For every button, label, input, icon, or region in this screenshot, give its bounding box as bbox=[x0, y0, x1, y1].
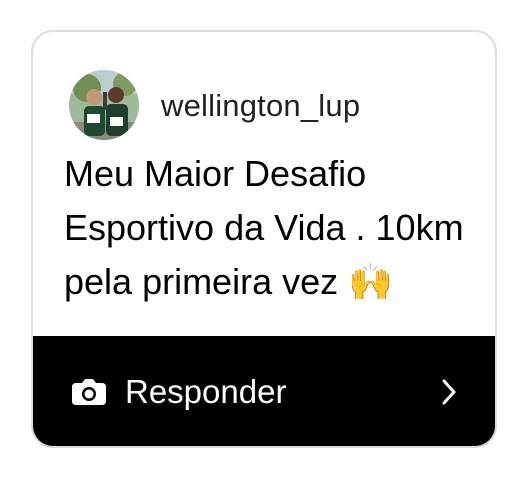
story-reply-card[interactable]: wellington_lup Meu Maior Desafio Esporti… bbox=[31, 30, 497, 448]
camera-icon bbox=[72, 379, 106, 405]
username[interactable]: wellington_lup bbox=[161, 90, 360, 121]
reply-label: Responder bbox=[125, 372, 287, 410]
reply-bar[interactable]: Responder bbox=[33, 336, 495, 446]
avatar-photo-icon bbox=[69, 70, 139, 140]
post-header: wellington_lup bbox=[69, 70, 360, 140]
post-caption: Meu Maior Desafio Esportivo da Vida . 10… bbox=[64, 153, 474, 302]
avatar[interactable] bbox=[69, 70, 139, 140]
chevron-right-icon[interactable] bbox=[441, 378, 457, 406]
